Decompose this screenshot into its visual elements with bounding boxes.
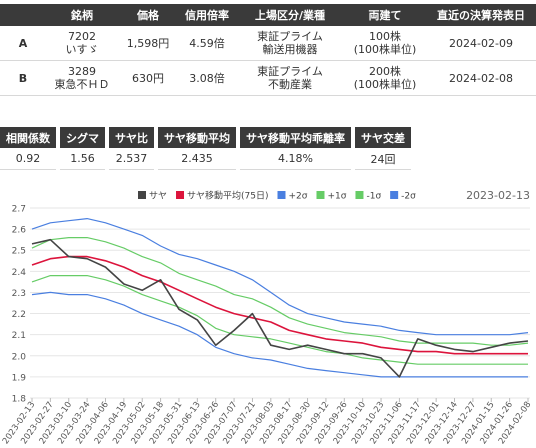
stats-value-row: 0.92 1.56 2.537 2.435 4.18% 24回 xyxy=(0,148,411,170)
margin-ratio-cell: 4.59倍 xyxy=(178,26,236,61)
series-line-2 xyxy=(31,217,529,336)
earnings-date-cell: 2024-02-08 xyxy=(426,60,536,96)
header-label xyxy=(0,4,46,26)
y-tick-label: 1.8 xyxy=(12,395,27,405)
legend-swatch xyxy=(277,191,286,199)
header-correlation: 相関係数 xyxy=(0,127,56,148)
header-spread-ratio: サヤ比 xyxy=(109,127,154,148)
y-tick-label: 2.7 xyxy=(12,205,26,215)
header-spread-ma: サヤ移動平均 xyxy=(158,127,236,148)
legend-swatch xyxy=(316,191,325,199)
market-name: 東証プライム xyxy=(257,65,323,78)
spread-ratio-value: 2.537 xyxy=(109,148,154,170)
industry-name: 不動産業 xyxy=(268,78,312,91)
y-axis-labels: 1.8 1.9 2.0 2.1 2.2 2.3 2.4 2.5 2.6 2.7 xyxy=(12,205,27,405)
header-margin-ratio: 信用倍率 xyxy=(178,4,236,26)
header-spread-crossings: サヤ交差 xyxy=(355,127,411,148)
y-tick-label: 2.0 xyxy=(12,352,27,362)
stats-table: 相関係数 シグマ サヤ比 サヤ移動平均 サヤ移動平均乖離率 サヤ交差 0.92 … xyxy=(0,127,415,170)
pairs-table: 銘柄 価格 信用倍率 上場区分/業種 両建て 直近の決算発表日 A 7202 い… xyxy=(0,4,536,96)
y-tick-label: 2.3 xyxy=(12,289,26,299)
correlation-value: 0.92 xyxy=(0,148,56,170)
both-sides-qty: 100株 xyxy=(369,30,401,43)
legend-swatch xyxy=(138,191,146,199)
legend-label: +2σ xyxy=(289,192,308,202)
stock-cell[interactable]: 7202 いすゞ xyxy=(46,26,118,61)
legend-item[interactable]: サヤ xyxy=(138,191,167,202)
y-tick-label: 2.4 xyxy=(12,268,27,278)
legend-item[interactable]: サヤ移動平均(75日) xyxy=(176,190,269,202)
chart-date-label: 2023-02-13 xyxy=(466,189,530,202)
legend-label: サヤ xyxy=(149,191,167,202)
margin-ratio-cell: 3.08倍 xyxy=(178,60,236,96)
market-name: 東証プライム xyxy=(257,30,323,43)
sigma-value: 1.56 xyxy=(60,148,105,170)
table-row: B 3289 東急不ＨＤ 630円 3.08倍 東証プライム 不動産業 200株… xyxy=(0,60,536,96)
legend-label: -1σ xyxy=(366,192,381,202)
industry-name: 輸送用機器 xyxy=(262,43,318,56)
header-stock: 銘柄 xyxy=(46,4,118,26)
header-sigma: シグマ xyxy=(60,127,105,148)
table-row: A 7202 いすゞ 1,598円 4.59倍 東証プライム 輸送用機器 100… xyxy=(0,26,536,61)
y-tick-label: 2.2 xyxy=(12,310,26,320)
row-label: B xyxy=(0,60,46,96)
chart-legend[interactable]: サヤ サヤ移動平均(75日) +2σ +1σ -1σ -2σ xyxy=(138,190,416,202)
header-price: 価格 xyxy=(118,4,178,26)
header-market: 上場区分/業種 xyxy=(236,4,344,26)
market-cell: 東証プライム 輸送用機器 xyxy=(236,26,344,61)
legend-label: +1σ xyxy=(327,192,346,202)
unit-size: (100株単位) xyxy=(353,78,417,91)
series-line-4 xyxy=(31,274,528,365)
legend-label: サヤ移動平均(75日) xyxy=(187,190,268,202)
chart-grid xyxy=(30,207,530,402)
legend-swatch xyxy=(390,191,399,199)
spread-crossings-value: 24回 xyxy=(355,148,411,170)
header-earnings-date: 直近の決算発表日 xyxy=(426,4,536,26)
y-tick-label: 2.1 xyxy=(12,331,26,341)
price-cell: 1,598円 xyxy=(118,26,178,61)
stock-code: 7202 xyxy=(68,30,96,43)
both-sides-qty: 200株 xyxy=(369,65,401,78)
legend-item[interactable]: -1σ xyxy=(355,191,381,202)
stats-header-row: 相関係数 シグマ サヤ比 サヤ移動平均 サヤ移動平均乖離率 サヤ交差 xyxy=(0,127,411,148)
both-sides-cell: 100株 (100株単位) xyxy=(344,26,426,61)
legend-swatch xyxy=(176,191,185,199)
y-tick-label: 1.9 xyxy=(12,373,27,383)
x-axis-labels: 2023-02-132023-02-272023-03-102023-03-24… xyxy=(1,400,534,446)
stock-name: 東急不ＨＤ xyxy=(54,78,110,91)
series-line-3 xyxy=(31,236,529,346)
legend-swatch xyxy=(355,191,364,199)
legend-item[interactable]: +2σ xyxy=(277,191,308,202)
header-spread-ma-deviation: サヤ移動平均乖離率 xyxy=(240,127,351,148)
price-cell: 630円 xyxy=(118,60,178,96)
earnings-date-cell: 2024-02-09 xyxy=(426,26,536,61)
stock-code: 3289 xyxy=(68,65,96,78)
legend-label: -2σ xyxy=(401,192,416,202)
legend-item[interactable]: +1σ xyxy=(316,191,347,202)
unit-size: (100株単位) xyxy=(353,43,417,56)
spread-ma-value: 2.435 xyxy=(158,148,236,170)
spread-chart: 1.8 1.9 2.0 2.1 2.2 2.3 2.4 2.5 2.6 2.7 2023-02-1… xyxy=(1,189,534,446)
both-sides-cell: 200株 (100株単位) xyxy=(344,60,426,96)
row-label: A xyxy=(0,26,46,61)
header-both-sides: 両建て xyxy=(344,4,426,26)
y-tick-label: 2.6 xyxy=(12,226,27,236)
spread-ma-deviation-value: 4.18% xyxy=(240,148,351,170)
pairs-header-row: 銘柄 価格 信用倍率 上場区分/業種 両建て 直近の決算発表日 xyxy=(0,4,536,26)
stock-name: いすゞ xyxy=(65,43,99,56)
market-cell: 東証プライム 不動産業 xyxy=(236,60,344,96)
stock-cell[interactable]: 3289 東急不ＨＤ xyxy=(46,60,118,96)
chart-series xyxy=(31,217,529,378)
y-tick-label: 2.5 xyxy=(12,247,26,257)
legend-item[interactable]: -2σ xyxy=(390,191,416,202)
